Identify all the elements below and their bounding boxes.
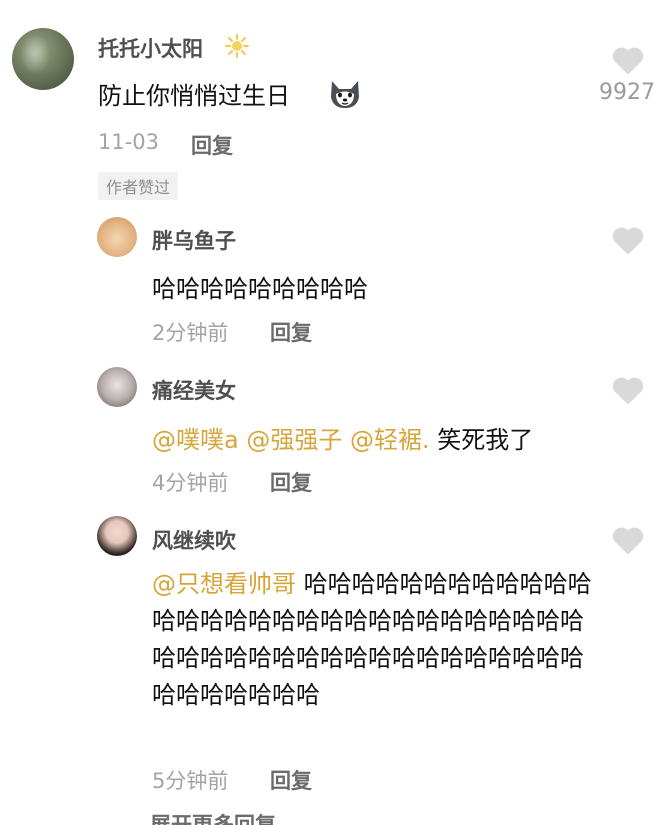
- reply-time: 4分钟前: [152, 471, 229, 495]
- husky-dog-emoji-icon: [327, 75, 363, 111]
- like-heart-icon[interactable]: [610, 524, 646, 556]
- reply-time: 2分钟前: [152, 321, 229, 345]
- author-liked-badge: 作者赞过: [98, 172, 179, 200]
- avatar[interactable]: [97, 367, 137, 407]
- reply-text-block: @只想看帅哥 哈哈哈哈哈哈哈哈哈哈哈哈哈哈哈哈哈哈哈哈哈哈哈哈哈哈哈哈哈哈哈哈哈…: [152, 566, 592, 714]
- reply-button[interactable]: 回复: [270, 765, 312, 795]
- sun-icon: [225, 34, 249, 58]
- reply-button[interactable]: 回复: [270, 317, 312, 347]
- avatar[interactable]: [97, 516, 137, 556]
- avatar[interactable]: [12, 28, 74, 90]
- reply-button[interactable]: 回复: [191, 130, 233, 160]
- comment-date: 11-03: [98, 130, 160, 154]
- reply-time: 5分钟前: [152, 769, 229, 793]
- reply-username[interactable]: 痛经美女: [152, 375, 236, 405]
- avatar[interactable]: [97, 217, 137, 257]
- expand-more-replies[interactable]: 展开更多回复: [150, 813, 276, 825]
- like-heart-icon[interactable]: [610, 224, 646, 256]
- reply-username[interactable]: 胖乌鱼子: [152, 225, 236, 255]
- reply-text-line: @噗噗a @强强子 @轻裾. 笑死我了: [152, 420, 533, 455]
- like-heart-icon[interactable]: [610, 374, 646, 406]
- reply-text: 笑死我了: [437, 426, 534, 454]
- like-heart-icon[interactable]: [610, 44, 646, 76]
- comment-username[interactable]: 托托小太阳: [98, 33, 203, 63]
- like-count: 9927: [599, 80, 655, 105]
- comment-text: 防止你悄悄过生日: [98, 82, 290, 110]
- reply-mentions[interactable]: @噗噗a @强强子 @轻裾.: [152, 426, 430, 454]
- reply-username[interactable]: 风继续吹: [152, 525, 236, 555]
- reply-mention[interactable]: @只想看帅哥: [152, 570, 296, 598]
- reply-button[interactable]: 回复: [270, 467, 312, 497]
- reply-text: 哈哈哈哈哈哈哈哈哈: [152, 275, 368, 303]
